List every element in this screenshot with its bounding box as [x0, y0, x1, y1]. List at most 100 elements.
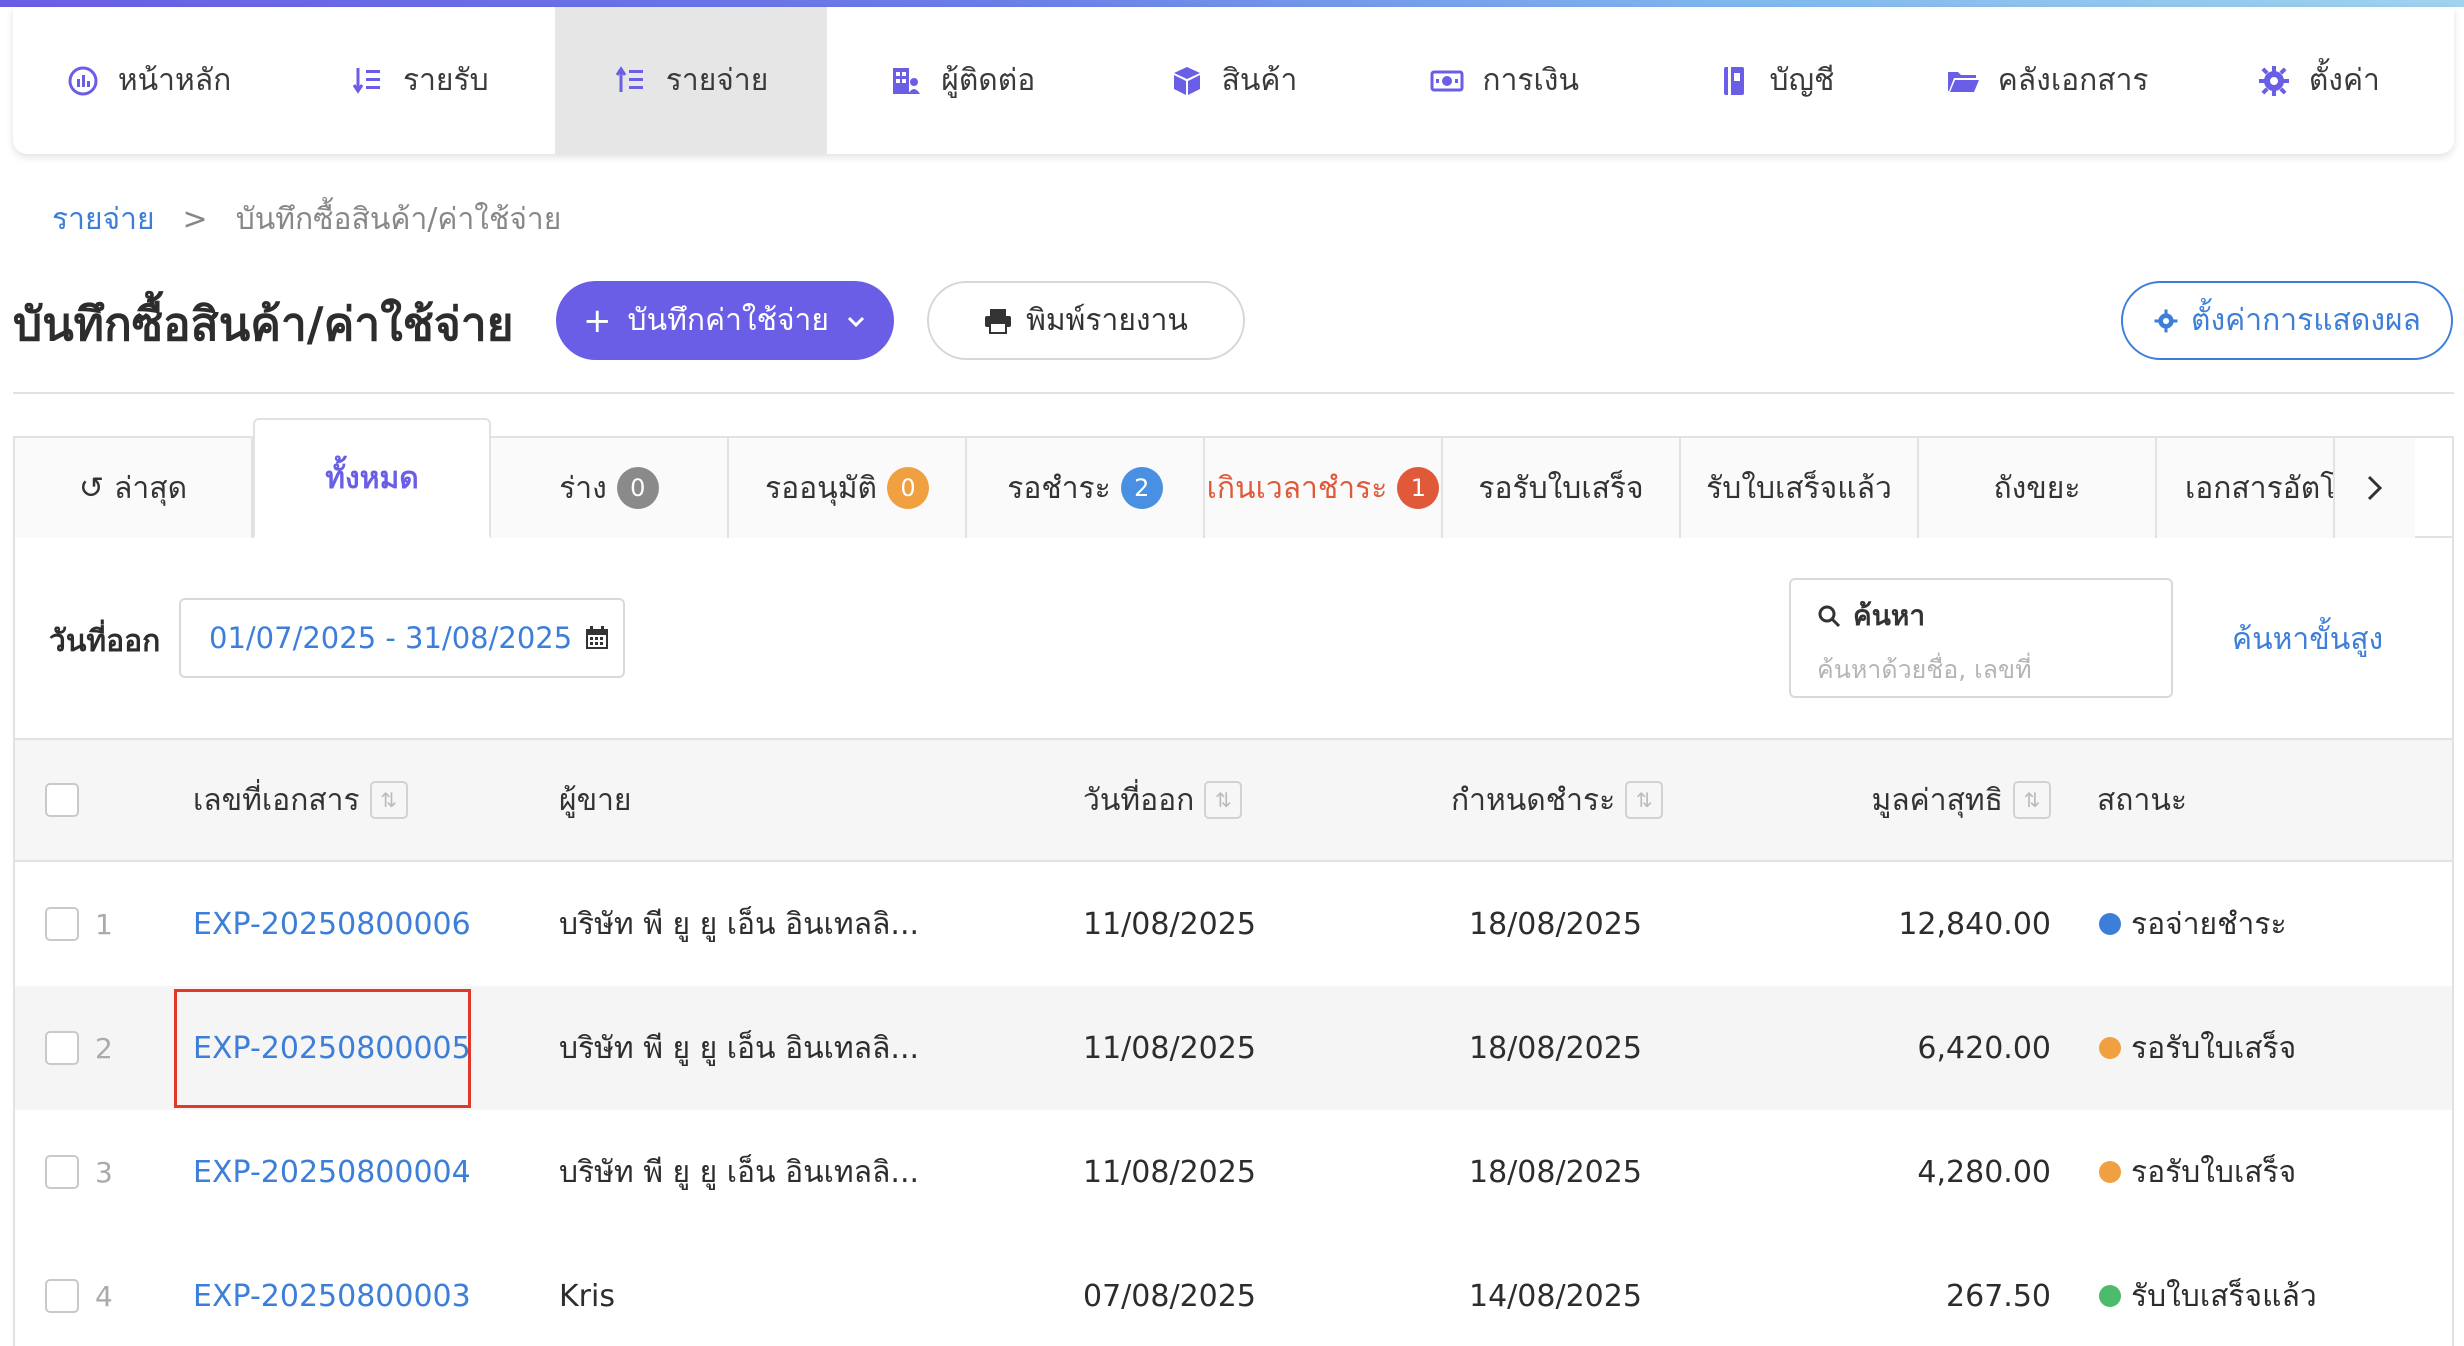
folder-icon: [1946, 64, 1980, 98]
net-amount: 267.50: [1946, 1278, 2051, 1314]
status-tabs: ↺ ล่าสุด ทั้งหมด ร่าง 0 รออนุมัติ 0 รอชำ…: [15, 418, 2452, 538]
nav-label: การเงิน: [1482, 63, 1579, 98]
nav-item-contacts[interactable]: ผู้ติดต่อ: [827, 7, 1098, 154]
tab-trash[interactable]: ถังขยะ: [1919, 438, 2157, 538]
top-accent-bar: [0, 0, 2464, 7]
nav-item-dashboard[interactable]: หน้าหลัก: [13, 7, 284, 154]
book-icon: [1717, 64, 1751, 98]
add-expense-label: บันทึกค่าใช้จ่าย: [627, 303, 829, 338]
col-vendor: ผู้ขาย: [559, 740, 632, 860]
doc-number-link[interactable]: EXP-20250800003: [193, 1279, 471, 1314]
tabs-next-arrow[interactable]: [2335, 438, 2415, 538]
issue-date: 11/08/2025: [1083, 906, 1256, 942]
search-title: ค้นหา: [1817, 594, 2145, 638]
nav-label: ผู้ติดต่อ: [941, 63, 1036, 98]
row-checkbox[interactable]: [45, 1155, 79, 1189]
tab-awaiting-approval[interactable]: รออนุมัติ 0: [729, 438, 967, 538]
col-header-label: ผู้ขาย: [559, 782, 632, 818]
table-row[interactable]: 2 EXP-20250800005 บริษัท พี ยู ยู เอ็น อ…: [15, 986, 2452, 1110]
sort-icon[interactable]: ⇅: [369, 781, 408, 819]
tab-awaiting-receipt[interactable]: รอรับใบเสร็จ: [1443, 438, 1681, 538]
count-badge: 0: [616, 467, 659, 509]
tab-label: รออนุมัติ: [765, 470, 877, 506]
row-checkbox[interactable]: [45, 907, 79, 941]
add-expense-button[interactable]: + บันทึกค่าใช้จ่าย: [556, 281, 894, 360]
table-row[interactable]: 4 EXP-20250800003 Kris 07/08/2025 14/08/…: [15, 1234, 2452, 1346]
select-all-checkbox[interactable]: [45, 783, 79, 817]
doc-number-link[interactable]: EXP-20250800004: [193, 1155, 471, 1190]
nav-item-accounting[interactable]: บัญชี: [1640, 7, 1911, 154]
nav-item-expense[interactable]: รายจ่าย: [555, 7, 827, 154]
row-number: 3: [95, 1155, 113, 1189]
tab-auto-documents[interactable]: เอกสารอัตโนมัติ: [2157, 438, 2335, 538]
doc-number-link[interactable]: EXP-20250800005: [193, 1031, 471, 1066]
count-badge: 1: [1397, 467, 1440, 509]
col-header-label: วันที่ออก: [1083, 782, 1195, 818]
nav-label: หน้าหลัก: [117, 63, 232, 98]
tab-draft[interactable]: ร่าง 0: [491, 438, 729, 538]
breadcrumb-parent-link[interactable]: รายจ่าย: [52, 196, 155, 243]
issue-date-filter-label: วันที่ออก: [49, 624, 161, 659]
dashboard-icon: [66, 64, 100, 98]
status-dot: [2099, 913, 2121, 935]
tab-overdue[interactable]: เกินเวลาชำระ 1: [1205, 438, 1443, 538]
row-checkbox[interactable]: [45, 1279, 79, 1313]
nav-item-income[interactable]: รายรับ: [284, 7, 555, 154]
income-list-icon: [351, 64, 385, 98]
tab-all[interactable]: ทั้งหมด: [253, 418, 491, 538]
expense-list-icon: [614, 64, 648, 98]
status-badge: รอรับใบเสร็จ: [2099, 1110, 2296, 1234]
display-settings-button[interactable]: ตั้งค่าการแสดงผล: [2121, 281, 2453, 360]
row-number: 2: [95, 1031, 113, 1065]
search-input[interactable]: ค้นหา ค้นหาด้วยชื่อ, เลขที่: [1789, 578, 2173, 698]
tab-latest[interactable]: ↺ ล่าสุด: [15, 438, 253, 538]
breadcrumb: รายจ่าย > บันทึกซื้อสินค้า/ค่าใช้จ่าย: [52, 196, 561, 243]
row-checkbox[interactable]: [45, 1031, 79, 1065]
status-badge: รอรับใบเสร็จ: [2099, 986, 2296, 1110]
status-label: รอจ่ายชำระ: [2131, 906, 2287, 942]
breadcrumb-separator: >: [182, 202, 208, 237]
tab-awaiting-payment[interactable]: รอชำระ 2: [967, 438, 1205, 538]
tab-receipt-received[interactable]: รับใบเสร็จแล้ว: [1681, 438, 1919, 538]
expense-table: เลขที่เอกสาร ⇅ ผู้ขาย วันที่ออก ⇅ กำหนดช…: [15, 738, 2452, 1346]
status-dot: [2099, 1285, 2121, 1307]
nav-item-finance[interactable]: การเงิน: [1369, 7, 1640, 154]
advanced-search-link[interactable]: ค้นหาขั้นสูง: [2232, 616, 2383, 663]
sort-icon[interactable]: ⇅: [2013, 781, 2051, 819]
nav-item-settings[interactable]: ตั้งค่า: [2183, 7, 2454, 154]
nav-item-products[interactable]: สินค้า: [1098, 7, 1369, 154]
sort-icon[interactable]: ⇅: [1625, 781, 1664, 819]
col-issue-date[interactable]: วันที่ออก ⇅: [1083, 740, 1243, 860]
nav-label: ตั้งค่า: [2308, 63, 2380, 98]
col-status: สถานะ: [2097, 740, 2187, 860]
tab-label: ถังขยะ: [1993, 470, 2081, 506]
main-navbar: หน้าหลัก รายรับ รายจ่าย ผู้ติดต่อ สินค้า…: [13, 7, 2454, 154]
status-badge: รอจ่ายชำระ: [2099, 862, 2287, 986]
row-number: 4: [95, 1279, 113, 1313]
gear-icon: [2154, 309, 2178, 332]
print-report-label: พิมพ์รายงาน: [1026, 303, 1188, 338]
table-row[interactable]: 3 EXP-20250800004 บริษัท พี ยู ยู เอ็น อ…: [15, 1110, 2452, 1234]
status-label: รับใบเสร็จแล้ว: [2131, 1278, 2317, 1314]
count-badge: 0: [886, 467, 929, 509]
nav-label: บัญชี: [1769, 63, 1835, 98]
date-range-picker[interactable]: 01/07/2025 - 31/08/2025: [179, 598, 625, 678]
col-net-amount[interactable]: มูลค่าสุทธิ ⇅: [1715, 740, 2051, 860]
print-report-button[interactable]: พิมพ์รายงาน: [927, 281, 1245, 360]
tab-label: รอชำระ: [1007, 470, 1111, 506]
doc-number-link[interactable]: EXP-20250800006: [193, 907, 471, 942]
display-settings-label: ตั้งค่าการแสดงผล: [2191, 303, 2421, 338]
search-title-label: ค้นหา: [1853, 599, 1926, 632]
nav-item-documents[interactable]: คลังเอกสาร: [1912, 7, 2183, 154]
due-date: 18/08/2025: [1469, 1030, 1642, 1066]
count-badge: 2: [1120, 467, 1163, 509]
sort-icon[interactable]: ⇅: [1204, 781, 1243, 819]
tab-label: เอกสารอัตโนมัติ: [2185, 470, 2335, 506]
tab-label: ล่าสุด: [114, 470, 188, 506]
table-row[interactable]: 1 EXP-20250800006 บริษัท พี ยู ยู เอ็น อ…: [15, 862, 2452, 986]
tab-label: เกินเวลาชำระ: [1206, 470, 1388, 506]
vendor-name: บริษัท พี ยู ยู เอ็น อินเทลลิ...: [559, 1030, 920, 1066]
col-doc-no[interactable]: เลขที่เอกสาร ⇅: [193, 740, 408, 860]
col-header-label: เลขที่เอกสาร: [193, 782, 360, 818]
col-due-date[interactable]: กำหนดชำระ ⇅: [1451, 740, 1664, 860]
